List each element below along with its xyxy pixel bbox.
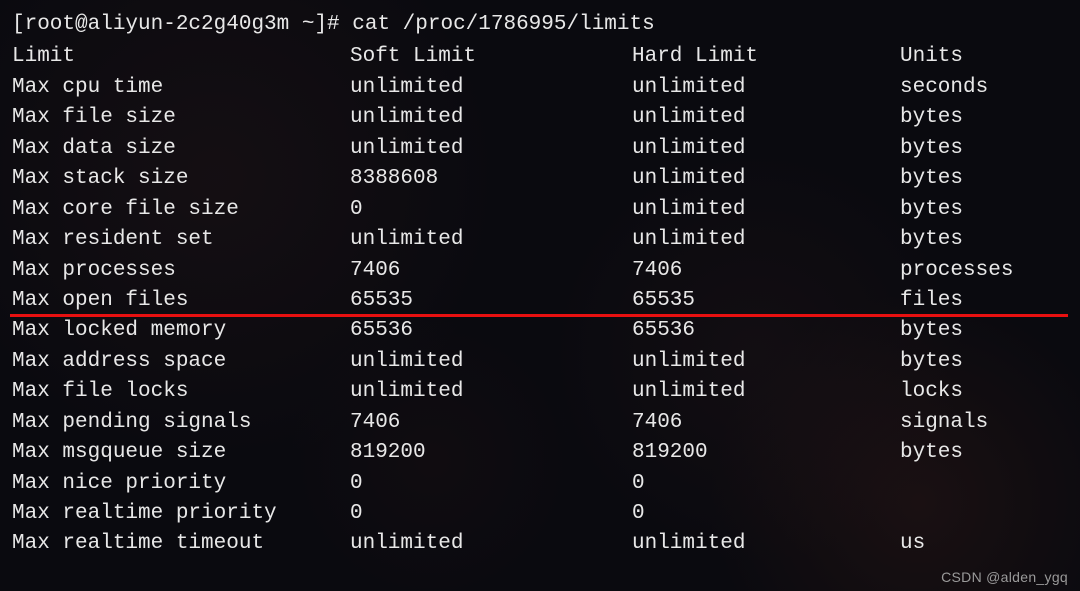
cell-soft: 7406 [350,408,632,438]
cell-units: bytes [900,438,963,468]
cell-hard: 65535 [632,286,900,316]
table-row: Max locked memory6553665536bytes [12,316,1068,346]
cell-limit: Max pending signals [12,408,350,438]
cell-hard: unlimited [632,347,900,377]
cell-units: bytes [900,134,963,164]
cell-soft: unlimited [350,103,632,133]
cell-units: bytes [900,164,963,194]
cell-limit: Max processes [12,256,350,286]
table-row: Max address spaceunlimitedunlimitedbytes [12,347,1068,377]
cell-hard: unlimited [632,103,900,133]
cell-units: bytes [900,103,963,133]
table-row: Max resident setunlimitedunlimitedbytes [12,225,1068,255]
header-soft: Soft Limit [350,42,632,72]
table-row: Max msgqueue size819200819200bytes [12,438,1068,468]
cell-hard: 819200 [632,438,900,468]
cell-soft: 65536 [350,316,632,346]
table-row: Max realtime timeoutunlimitedunlimitedus [12,529,1068,559]
cell-soft: 0 [350,195,632,225]
limits-header-row: Limit Soft Limit Hard Limit Units [12,42,1068,72]
cell-hard: 65536 [632,316,900,346]
cell-soft: 8388608 [350,164,632,194]
cell-soft: unlimited [350,134,632,164]
cell-hard: 7406 [632,408,900,438]
cell-soft: 819200 [350,438,632,468]
cell-units: processes [900,256,1013,286]
header-units: Units [900,42,963,72]
header-hard: Hard Limit [632,42,900,72]
cell-units: us [900,529,925,559]
cell-hard: unlimited [632,195,900,225]
cell-hard: 0 [632,469,900,499]
header-limit: Limit [12,42,350,72]
watermark-text: CSDN @alden_ygq [941,567,1068,587]
table-row: Max nice priority00 [12,469,1068,499]
cell-limit: Max file locks [12,377,350,407]
cell-soft: unlimited [350,225,632,255]
table-row: Max file locksunlimitedunlimitedlocks [12,377,1068,407]
cell-units: bytes [900,347,963,377]
cell-units: signals [900,408,988,438]
cell-limit: Max stack size [12,164,350,194]
table-row: Max open files6553565535files [12,286,1068,316]
cell-hard: unlimited [632,73,900,103]
cell-soft: unlimited [350,377,632,407]
cell-hard: 0 [632,499,900,529]
cell-limit: Max msgqueue size [12,438,350,468]
cell-limit: Max cpu time [12,73,350,103]
shell-prompt[interactable]: [root@aliyun-2c2g40g3m ~]# cat /proc/178… [12,10,1068,40]
cell-limit: Max nice priority [12,469,350,499]
cell-soft: unlimited [350,529,632,559]
highlight-underline [10,314,1068,317]
cell-limit: Max locked memory [12,316,350,346]
cell-soft: 0 [350,499,632,529]
table-row: Max file sizeunlimitedunlimitedbytes [12,103,1068,133]
cell-limit: Max address space [12,347,350,377]
cell-soft: unlimited [350,73,632,103]
table-row: Max processes74067406processes [12,256,1068,286]
cell-limit: Max realtime timeout [12,529,350,559]
cell-limit: Max core file size [12,195,350,225]
cell-units: bytes [900,316,963,346]
cell-soft: 7406 [350,256,632,286]
table-row: Max realtime priority00 [12,499,1068,529]
cell-hard: unlimited [632,134,900,164]
cell-soft: 0 [350,469,632,499]
cell-soft: 65535 [350,286,632,316]
table-row: Max core file size0unlimitedbytes [12,195,1068,225]
cell-units: locks [900,377,963,407]
cell-units: seconds [900,73,988,103]
cell-limit: Max open files [12,286,350,316]
table-row: Max data sizeunlimitedunlimitedbytes [12,134,1068,164]
table-row: Max cpu timeunlimitedunlimitedseconds [12,73,1068,103]
cell-units: files [900,286,963,316]
cell-hard: unlimited [632,164,900,194]
table-row: Max stack size8388608unlimitedbytes [12,164,1068,194]
cell-hard: 7406 [632,256,900,286]
cell-hard: unlimited [632,225,900,255]
cell-limit: Max resident set [12,225,350,255]
cell-limit: Max file size [12,103,350,133]
cell-soft: unlimited [350,347,632,377]
table-row: Max pending signals74067406signals [12,408,1068,438]
cell-limit: Max realtime priority [12,499,350,529]
cell-hard: unlimited [632,377,900,407]
cell-units: bytes [900,195,963,225]
cell-limit: Max data size [12,134,350,164]
cell-hard: unlimited [632,529,900,559]
cell-units: bytes [900,225,963,255]
